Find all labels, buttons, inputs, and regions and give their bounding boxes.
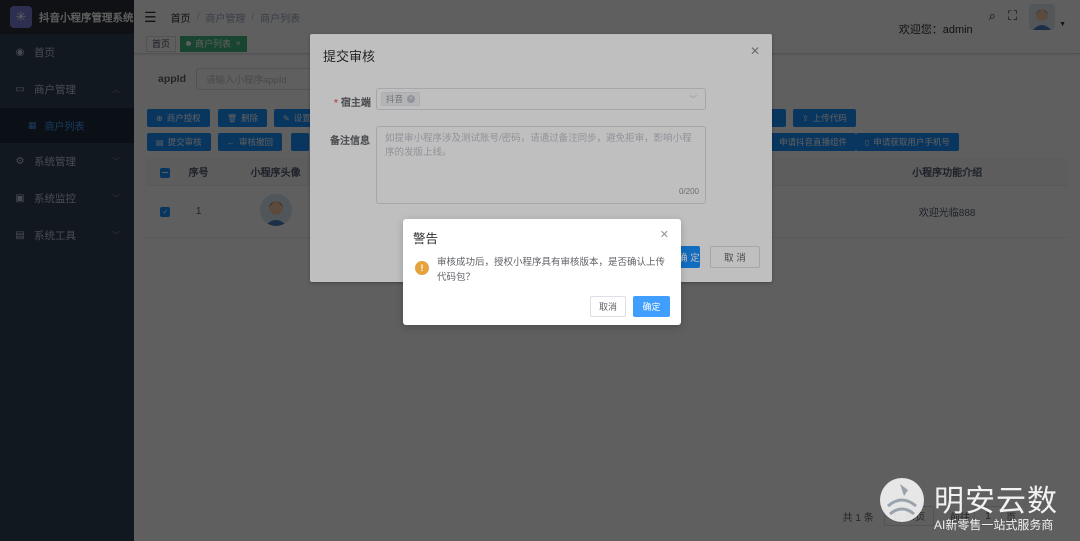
watermark: 明安云数 AI新零售一站式服务商 xyxy=(870,470,1080,541)
watermark-title: 明安云数 xyxy=(934,484,1058,519)
warning-icon: ! xyxy=(415,261,429,275)
msgbox-title: 警告 xyxy=(413,232,439,246)
msgbox-cancel-button[interactable]: 取消 xyxy=(590,296,626,317)
watermark-subtitle: AI新零售一站式服务商 xyxy=(934,518,1054,532)
watermark-logo-icon xyxy=(880,478,924,522)
close-icon[interactable]: ✕ xyxy=(660,228,669,241)
msgbox-confirm-button[interactable]: 确定 xyxy=(633,296,670,317)
msgbox-message: 审核成功后，授权小程序具有审核版本，是否确认上传代码包？ xyxy=(437,257,666,283)
warning-msgbox: 警告 ✕ ! 审核成功后，授权小程序具有审核版本，是否确认上传代码包？ 取消 确… xyxy=(403,219,681,325)
